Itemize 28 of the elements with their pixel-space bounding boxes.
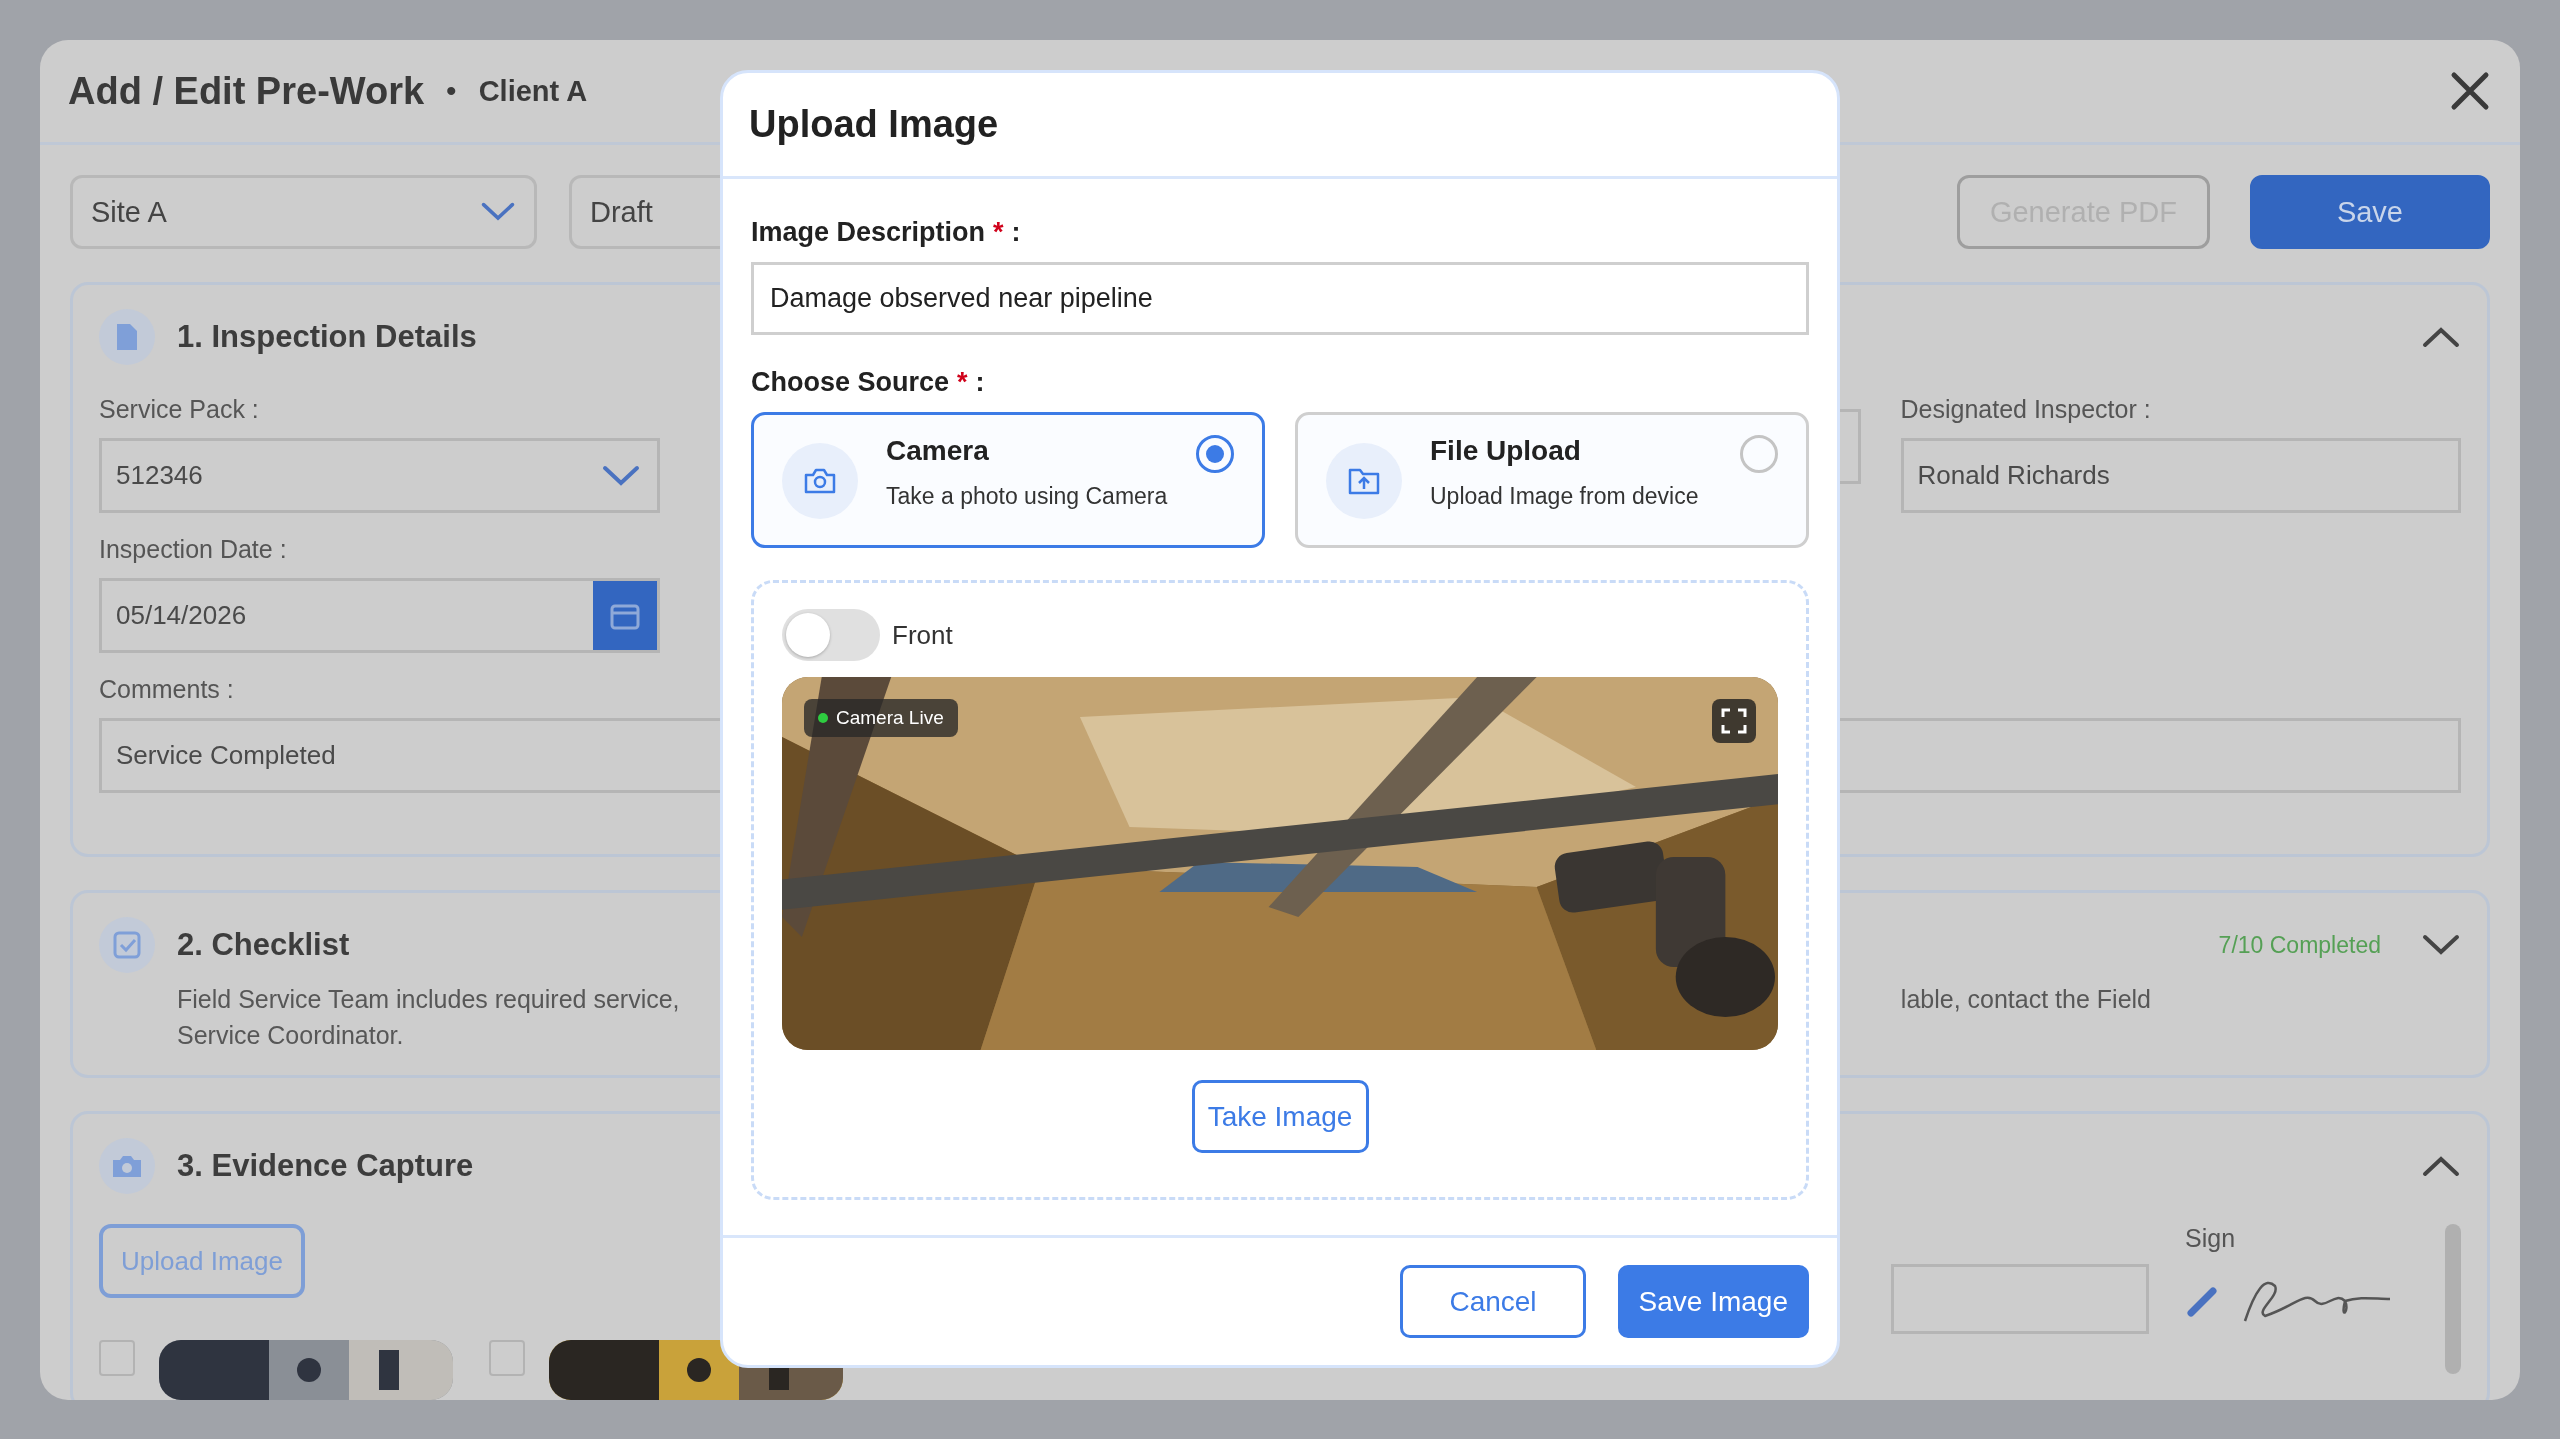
field-label: Service Pack : [99, 395, 260, 424]
field-label: Choose Source [751, 367, 950, 398]
field-label: Inspection Date : [99, 535, 288, 564]
option-title: Camera [886, 435, 990, 467]
window-title: Add / Edit Pre-Work [68, 69, 425, 113]
required-mark: * [993, 217, 1004, 248]
option-subtitle: Upload Image from device [1430, 483, 1700, 510]
progress-text: 7/10 Completed [2218, 931, 2381, 959]
option-subtitle: Take a photo using Camera [886, 483, 1168, 510]
option-title: File Upload [1430, 435, 1582, 467]
required-mark: * [957, 367, 968, 398]
separator-dot: • [446, 74, 457, 108]
section-title: 1. Inspection Details [177, 319, 477, 355]
camera-live-badge: Camera Live [804, 699, 958, 737]
section-title: 2. Checklist [177, 927, 350, 963]
dialog-title: Upload Image [749, 103, 999, 146]
label-colon: : [975, 367, 985, 398]
field-label: Comments : [99, 675, 235, 704]
toggle-label: Front [892, 619, 953, 651]
field-label: Image Description [751, 217, 986, 248]
sign-label: Sign [2185, 1224, 2237, 1253]
checklist-description: Service Coordinator. [177, 1020, 405, 1051]
client-name: Client A [478, 74, 588, 108]
field-label: Designated Inspector : [1900, 395, 2152, 424]
checklist-description: Field Service Team includes required service, [177, 984, 680, 1015]
section-title: 3. Evidence Capture [177, 1148, 474, 1184]
checklist-description: lable, contact the Field [1900, 984, 2151, 1015]
label-colon: : [1011, 217, 1021, 248]
